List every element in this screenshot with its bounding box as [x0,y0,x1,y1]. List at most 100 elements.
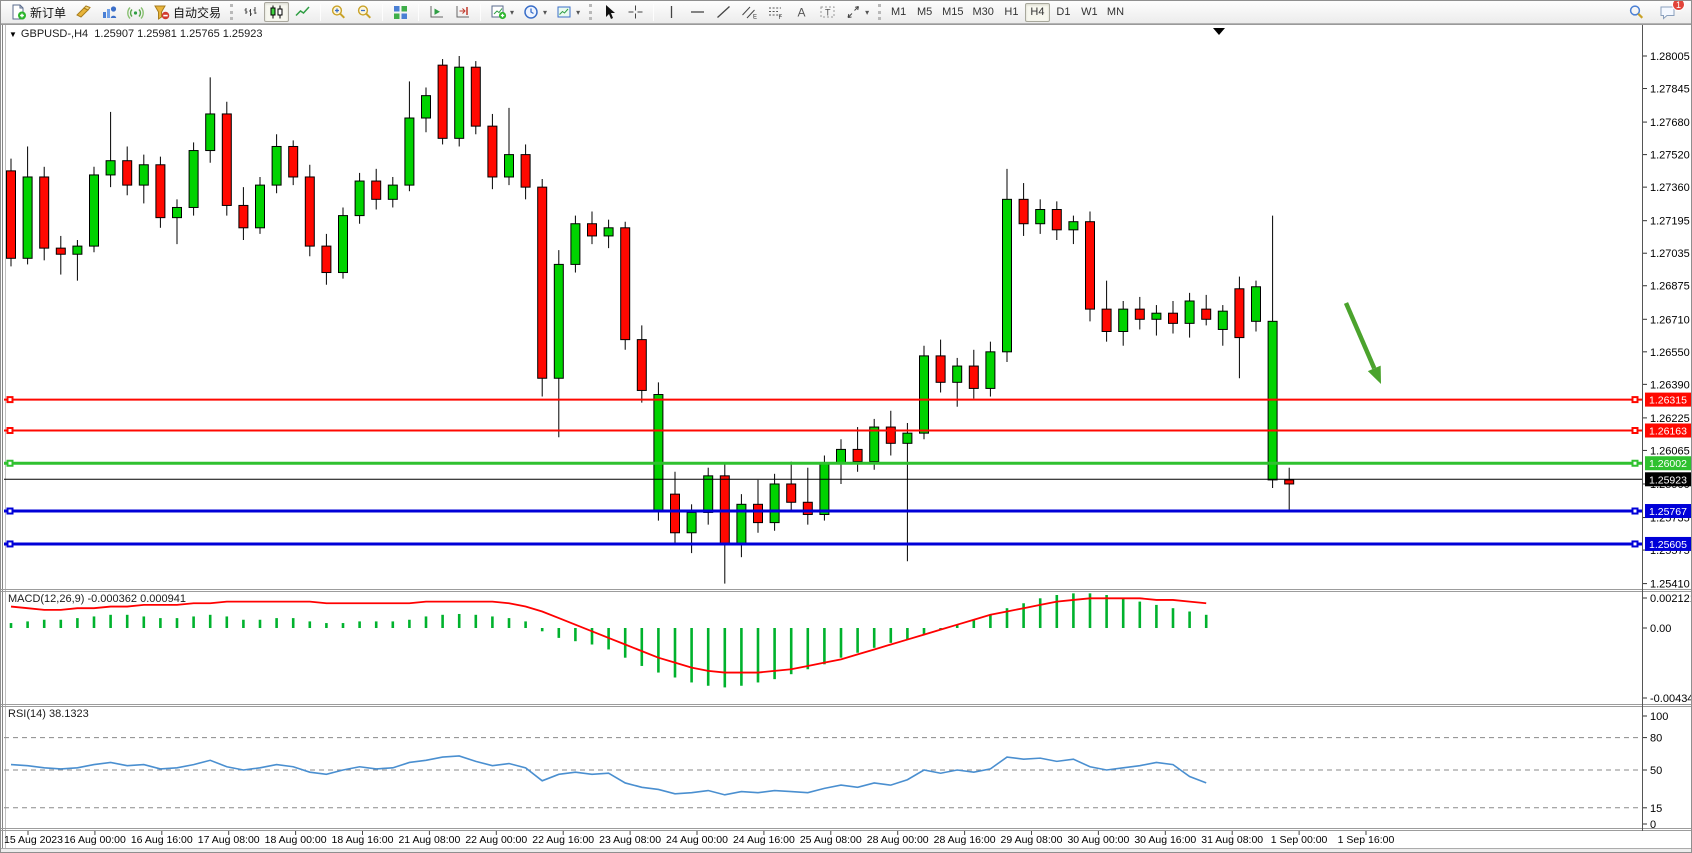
candle [754,504,763,522]
new-chart-icon [490,4,507,20]
crosshair-button[interactable] [623,2,648,22]
timeframe-button-h1[interactable]: H1 [999,3,1024,22]
market-watch-icon [101,4,118,20]
candle [422,96,431,118]
rsi-indicator-label: RSI(14) 38.1323 [8,708,89,720]
autotrading-button[interactable]: 自动交易 [149,2,225,22]
svg-text:1.25767: 1.25767 [1649,506,1687,518]
svg-text:16 Aug 00:00: 16 Aug 00:00 [64,834,126,846]
text-label-button[interactable]: T [815,2,840,22]
svg-text:-0.004348: -0.004348 [1650,693,1692,705]
timeframe-button-m1[interactable]: M1 [886,3,911,22]
fibonacci-button[interactable]: F [763,2,788,22]
chart-shift-button[interactable] [450,2,475,22]
candle [222,114,231,205]
text-icon: A [793,4,810,20]
candle [139,165,148,185]
timeframe-button-h4[interactable]: H4 [1025,3,1050,22]
candle [654,395,663,511]
candle [588,224,597,236]
arrows-dropdown[interactable]: ▾ [841,2,873,22]
timeframe-button-m15[interactable]: M15 [938,3,967,22]
candle [256,185,265,228]
text-label-icon: T [819,4,836,20]
equidistant-channel-button[interactable]: E [737,2,762,22]
candle [488,126,497,177]
vertical-line-icon [663,4,680,20]
horizontal-line-button[interactable] [685,2,710,22]
price-chart-canvas[interactable]: 1.280051.278451.276801.275201.273601.271… [1,1,1692,853]
candle [621,228,630,340]
svg-text:100: 100 [1650,711,1668,723]
candle [1285,480,1294,484]
candle [538,187,547,378]
svg-text:28 Aug 00:00: 28 Aug 00:00 [867,834,929,846]
svg-text:1.26390: 1.26390 [1650,379,1690,391]
signals-button[interactable] [123,2,148,22]
vertical-line-button[interactable] [659,2,684,22]
svg-text:1.25410: 1.25410 [1650,579,1690,591]
svg-text:1.26875: 1.26875 [1650,281,1690,293]
svg-text:1.26065: 1.26065 [1650,445,1690,457]
candle [40,177,49,248]
candle [1135,309,1144,319]
svg-text:24 Aug 00:00: 24 Aug 00:00 [666,834,728,846]
search-button[interactable] [1624,2,1649,22]
candle [1268,321,1277,480]
toolbar-right-icons: 1 [1624,2,1686,22]
timeframe-button-d1[interactable]: D1 [1051,3,1076,22]
zoom-out-button[interactable] [352,2,377,22]
candle [870,427,879,462]
candle [355,181,364,216]
timeframe-button-w1[interactable]: W1 [1077,3,1102,22]
candle [388,185,397,199]
timeframe-button-m5[interactable]: M5 [912,3,937,22]
crosshair-icon [627,4,644,20]
candle [1086,222,1095,309]
trendline-button[interactable] [711,2,736,22]
candle [1036,210,1045,224]
zoom-in-button[interactable] [326,2,351,22]
candle [837,449,846,463]
svg-text:1.26002: 1.26002 [1649,458,1687,470]
svg-text:29 Aug 08:00: 29 Aug 08:00 [1001,834,1063,846]
templates-dropdown[interactable]: ▾ [552,2,584,22]
autoscroll-button[interactable] [424,2,449,22]
toolbar-grip [230,4,233,20]
tile-windows-button[interactable] [388,2,413,22]
svg-text:1.26550: 1.26550 [1650,347,1690,359]
line-chart-button[interactable] [290,2,315,22]
new-chart-dropdown[interactable]: ▾ [486,2,518,22]
autotrading-label: 自动交易 [173,4,221,21]
candle [1252,287,1261,322]
svg-text:18 Aug 16:00: 18 Aug 16:00 [332,834,394,846]
timeframe-button-mn[interactable]: MN [1103,3,1128,22]
svg-text:1.27035: 1.27035 [1650,248,1690,260]
timeframe-button-m30[interactable]: M30 [969,3,998,22]
candle [405,118,414,185]
period-dropdown[interactable]: ▾ [519,2,551,22]
candle [853,449,862,461]
candle [1119,309,1128,331]
candle [1218,311,1227,329]
market-watch-button[interactable] [97,2,122,22]
candle [289,146,298,176]
chart-menu-arrow-icon[interactable]: ▼ [9,30,17,39]
svg-text:0.00: 0.00 [1650,623,1671,635]
candlestick-button[interactable] [264,2,289,22]
quotes-button[interactable] [71,2,96,22]
chat-button[interactable]: 1 [1655,2,1680,22]
candle [554,264,563,378]
candle [1152,313,1161,319]
new-order-button[interactable]: 新订单 [6,2,70,22]
arrows-icon [845,4,862,20]
candle [787,484,796,502]
candle [770,484,779,523]
cursor-button[interactable] [597,2,622,22]
text-button[interactable]: A [789,2,814,22]
svg-text:1.27360: 1.27360 [1650,182,1690,194]
candle [322,246,331,272]
bar-chart-button[interactable] [238,2,263,22]
candle [969,366,978,388]
svg-text:22 Aug 16:00: 22 Aug 16:00 [532,834,594,846]
